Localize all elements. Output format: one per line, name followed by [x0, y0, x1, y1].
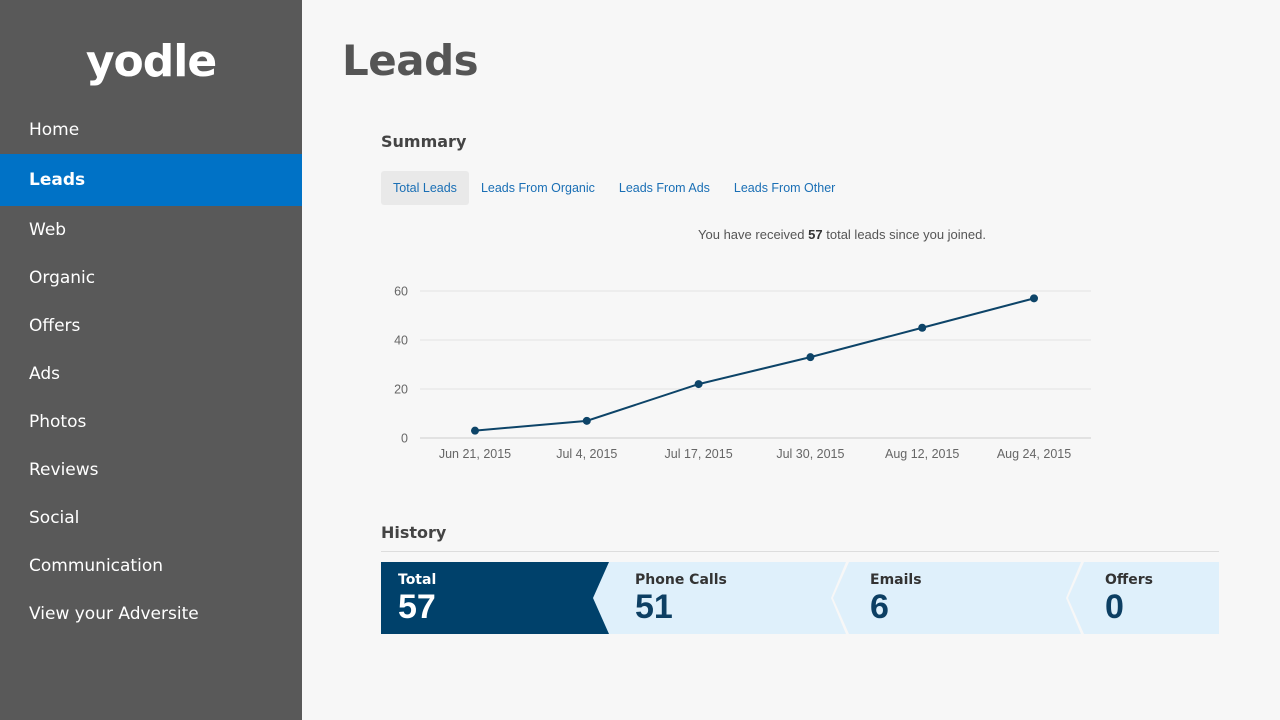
sidebar-item-leads[interactable]: Leads [0, 154, 302, 206]
history-segment-total: Total 57 [381, 562, 609, 634]
history-emails-label: Emails [870, 572, 922, 588]
page-title: Leads [342, 36, 479, 85]
x-tick-label-5: Aug 24, 2015 [997, 447, 1071, 461]
sidebar-nav: Home Leads Web Organic Offers Ads Photos… [0, 106, 302, 638]
sidebar-item-photos[interactable]: Photos [0, 398, 302, 446]
sidebar-item-organic[interactable]: Organic [0, 254, 302, 302]
history-phone-calls-label: Phone Calls [635, 572, 727, 588]
data-point-0 [471, 426, 479, 435]
summary-heading: Summary [381, 132, 467, 151]
summary-tabs: Total Leads Leads From Organic Leads Fro… [381, 171, 847, 205]
history-phone-calls-value: 51 [635, 588, 673, 626]
sidebar-item-view-adversite[interactable]: View your Adversite [0, 590, 302, 638]
tab-total-leads[interactable]: Total Leads [381, 171, 469, 205]
history-offers-label: Offers [1105, 572, 1153, 588]
sidebar-item-ads[interactable]: Ads [0, 350, 302, 398]
data-point-1 [582, 416, 591, 425]
main-content: Leads Summary Total Leads Leads From Org… [302, 0, 1280, 720]
data-point-5 [1030, 294, 1038, 303]
history-total-value: 57 [398, 588, 436, 626]
x-tick-label-2: Jul 17, 2015 [665, 447, 733, 461]
sidebar-item-offers[interactable]: Offers [0, 302, 302, 350]
tab-leads-from-organic[interactable]: Leads From Organic [469, 171, 607, 205]
x-tick-label-1: Jul 4, 2015 [556, 447, 617, 461]
sidebar-item-reviews[interactable]: Reviews [0, 446, 302, 494]
sidebar-item-social[interactable]: Social [0, 494, 302, 542]
data-point-4 [918, 323, 927, 332]
leads-line-chart: 0 20 40 60 Jun 21, 2015 Jul 4, 2015 Jul 17, 20… [394, 285, 1091, 461]
data-point-3 [806, 353, 815, 362]
history-segment-phone-calls: Phone Calls 51 [618, 562, 838, 634]
summary-message-suffix: total leads since you joined. [826, 227, 986, 242]
y-tick-label-1: 20 [394, 383, 408, 397]
history-total-label: Total [398, 572, 437, 588]
x-tick-label-0: Jun 21, 2015 [439, 447, 511, 461]
yodle-logo[interactable]: yodle [0, 34, 302, 90]
summary-message: You have received 57 total leads since y… [632, 227, 1052, 242]
tab-leads-from-other[interactable]: Leads From Other [722, 171, 847, 205]
history-breakdown: Total 57 Phone Calls 51 Emails 6 Offers … [381, 562, 1219, 634]
y-tick-label-2: 40 [394, 334, 408, 348]
data-point-2 [694, 380, 703, 389]
history-divider [381, 551, 1219, 552]
history-segment-emails: Emails 6 [853, 562, 1073, 634]
summary-message-prefix: You have received [698, 227, 805, 242]
series-line-0 [474, 297, 1035, 432]
y-tick-label-3: 60 [394, 285, 408, 299]
history-emails-value: 6 [870, 588, 889, 626]
y-tick-label-0: 0 [401, 432, 408, 446]
sidebar-item-communication[interactable]: Communication [0, 542, 302, 590]
sidebar: yodle Home Leads Web Organic Offers Ads … [0, 0, 302, 720]
x-tick-label-3: Jul 30, 2015 [776, 447, 844, 461]
history-offers-value: 0 [1105, 588, 1124, 626]
summary-message-count: 57 [808, 227, 823, 242]
sidebar-item-web[interactable]: Web [0, 206, 302, 254]
tab-leads-from-ads[interactable]: Leads From Ads [607, 171, 722, 205]
x-tick-label-4: Aug 12, 2015 [885, 447, 959, 461]
history-segment-offers: Offers 0 [1088, 562, 1218, 634]
sidebar-item-home[interactable]: Home [0, 106, 302, 154]
history-heading: History [381, 523, 447, 542]
